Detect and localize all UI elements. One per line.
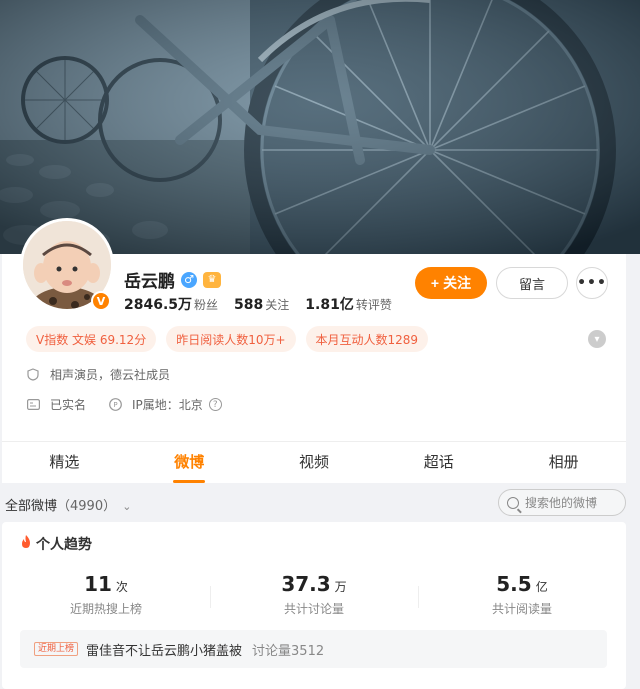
hot-topic-title: 雷佳音不让岳云鹏小猪盖被 [86,643,243,659]
follow-label: 关注 [443,275,472,291]
tab-supertopic[interactable]: 超话 [376,442,501,483]
chevron-down-icon: ⌄ [122,500,132,513]
id-card-icon [26,398,40,412]
member-crown-icon[interactable]: ♛ [203,271,221,288]
verified-icon: V [91,291,111,311]
reader-count-tag[interactable]: 昨日阅读人数10万+ [166,326,296,352]
flame-icon [20,535,32,553]
trend-title: 个人趋势 [20,534,92,554]
search-input[interactable]: 搜索他的微博 [498,489,626,516]
location-icon: P [108,398,122,412]
v-index-tag[interactable]: V指数 文娱 69.12分 [26,326,157,352]
all-posts-label: 全部微博 [5,499,58,514]
metric-reads: 5.5 亿 共计阅读量 [418,572,626,617]
trend-metrics: 11 次 近期热搜上榜 37.3 万 共计讨论量 5.5 亿 共计阅读量 [2,572,626,617]
expand-chevron-icon[interactable]: ▾ [588,330,606,348]
more-options-button[interactable]: ••• [576,267,608,299]
bio-text: 相声演员，德云社成员 [50,368,171,382]
tab-featured[interactable]: 精选 [2,442,127,483]
message-button[interactable]: 留言 [496,267,568,299]
profile-tabs: 精选 微博 视频 超话 相册 [2,442,626,483]
tab-weibo[interactable]: 微博 [127,442,252,483]
personal-trend-card: 个人趋势 11 次 近期热搜上榜 37.3 万 共计讨论量 5.5 亿 共计阅读量 近… [2,522,626,689]
search-placeholder: 搜索他的微博 [525,496,598,510]
profile-tags: V指数 文娱 69.12分 昨日阅读人数10万+ 本月互动人数1289 [26,326,429,352]
ip-location: P IP属地：北京 ? [108,396,222,413]
hot-topic-count: 讨论量3512 [252,643,325,659]
svg-text:P: P [113,401,117,409]
tab-video[interactable]: 视频 [252,442,377,483]
all-posts-dropdown[interactable]: 全部微博（4990） ⌄ [5,495,131,514]
ip-text: IP属地：北京 [132,398,203,412]
name-row: 岳云鹏 ♂ ♛ [124,267,221,292]
profile-stats: 2846.5万 粉丝 588 关注 1.81亿 转评赞 [124,294,408,314]
profile-name: 岳云鹏 [124,272,175,292]
shield-icon [26,368,40,382]
feed-filter-bar: 全部微博（4990） ⌄ 搜索他的微博 [0,486,626,520]
post-count: （4990） [57,499,117,514]
search-icon [507,496,519,509]
bio-row: 相声演员，德云社成员 [26,366,170,383]
following-stat[interactable]: 588 关注 [234,296,289,313]
metric-discussions: 37.3 万 共计讨论量 [210,572,418,617]
meta-row: 已实名 P IP属地：北京 ? [26,396,222,413]
tab-album[interactable]: 相册 [501,442,626,483]
cover-photo [0,0,640,254]
metric-hot-search: 11 次 近期热搜上榜 [69,572,142,616]
plus-icon: + [430,275,440,291]
real-name-text: 已实名 [50,398,87,412]
recent-hot-badge: 近期上榜 [34,642,79,656]
interaction-tag[interactable]: 本月互动人数1289 [305,326,429,352]
followers-stat[interactable]: 2846.5万 粉丝 [124,294,218,314]
follow-button[interactable]: + 关注 [415,267,487,299]
help-icon[interactable]: ? [208,398,222,411]
likes-stat: 1.81亿 转评赞 [305,297,392,313]
bicycle-illustration [0,0,640,254]
hot-topic-item[interactable]: 近期上榜 雷佳音不让岳云鹏小猪盖被 讨论量3512 [20,630,607,668]
profile-card: V 岳云鹏 ♂ ♛ 2846.5万 粉丝 588 关注 1.81亿 转评赞 + 关注 … [2,218,626,483]
male-icon: ♂ [181,271,197,288]
